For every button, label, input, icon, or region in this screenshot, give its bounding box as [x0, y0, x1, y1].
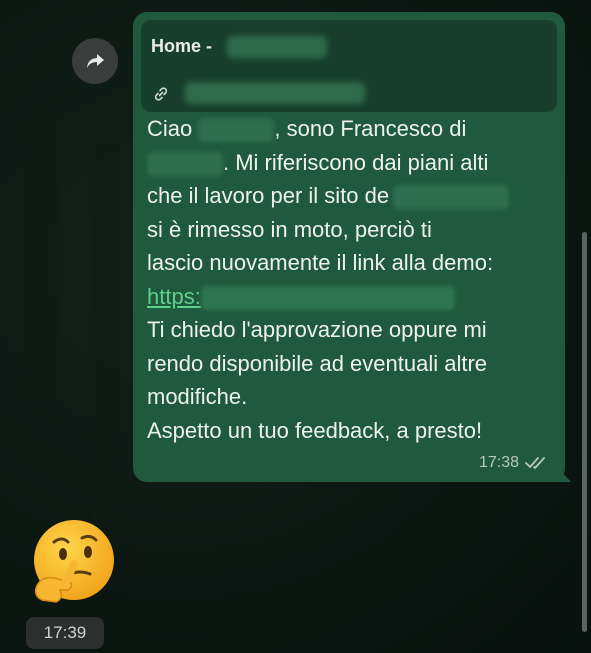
forward-arrow-icon	[87, 54, 104, 68]
background-tree	[90, 140, 120, 520]
redacted-text	[227, 36, 327, 58]
redacted-name	[198, 118, 275, 143]
message-line: modifiche.	[147, 384, 248, 409]
message-line: rendo disponibile ad eventuali altre	[147, 350, 488, 376]
redacted-site	[393, 185, 510, 210]
message-line: Ti chiedo l'approvazione oppure mi	[147, 317, 487, 342]
thinking-face-emoji[interactable]	[30, 518, 118, 611]
forward-button[interactable]	[72, 38, 118, 84]
message-line: https:	[147, 280, 557, 314]
link-preview[interactable]: Home -	[141, 20, 557, 112]
message-bubble[interactable]: Home - Ciao , sono Francesco di . Mi rif…	[133, 12, 565, 482]
message-text: Ciao , sono Francesco di . Mi riferiscon…	[147, 112, 557, 447]
double-check-icon	[525, 457, 545, 469]
bubble-tail	[553, 462, 571, 482]
redacted-url	[185, 82, 365, 104]
reply-time: 17:39	[26, 617, 104, 649]
redacted-company	[147, 151, 223, 176]
message-line: Aspetto un tuo feedback, a presto!	[147, 417, 483, 443]
message-time: 17:38	[478, 454, 519, 471]
demo-link[interactable]: https:	[147, 284, 201, 309]
redacted-link	[200, 285, 455, 310]
message-line: . Mi riferiscono dai piani alti	[147, 146, 557, 180]
message-line: si è rimesso in moto, perciò ti	[147, 216, 432, 242]
message-meta: 17:38	[479, 454, 549, 472]
message-line: che il lavoro per il sito de	[147, 179, 557, 213]
link-icon	[154, 87, 168, 101]
message-line: lascio nuovamente il link alla demo:	[147, 250, 494, 275]
thinking-face-icon	[34, 520, 114, 603]
preview-title: Home -	[151, 36, 213, 56]
background-tree	[20, 100, 60, 400]
scrollbar[interactable]	[582, 232, 587, 632]
message-line: Ciao , sono Francesco di	[147, 116, 467, 143]
